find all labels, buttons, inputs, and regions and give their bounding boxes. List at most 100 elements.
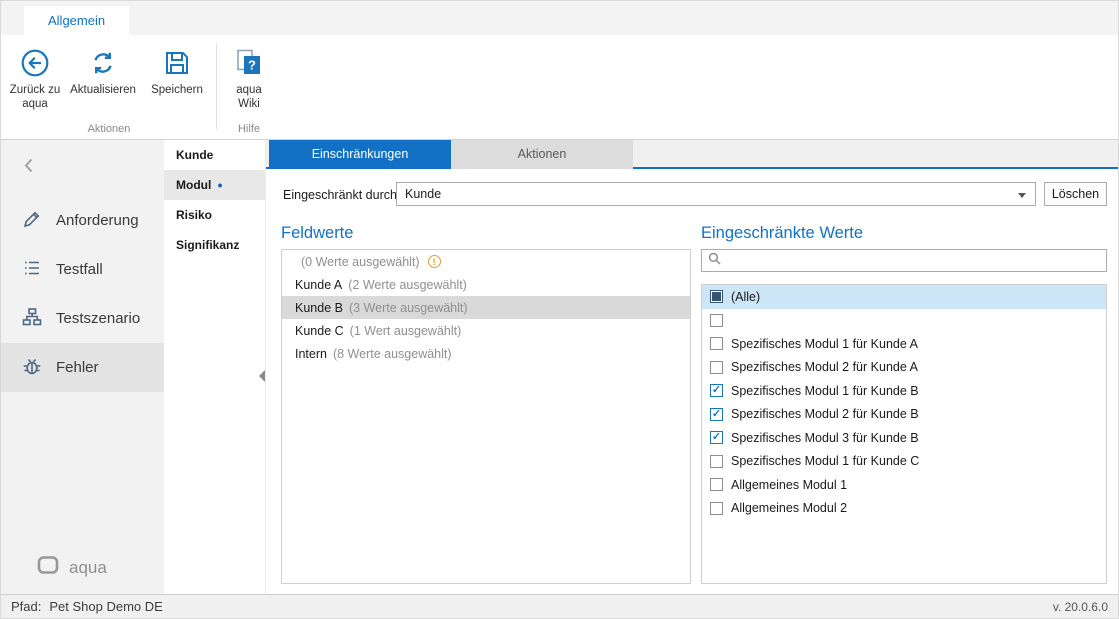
svg-text:?: ? xyxy=(248,58,256,73)
werte-label: Spezifisches Modul 3 für Kunde B xyxy=(731,431,919,445)
checkbox-checked[interactable]: ✓ xyxy=(710,408,723,421)
sidebar-item-label: Testfall xyxy=(56,261,103,278)
checkbox-unchecked[interactable] xyxy=(710,314,723,327)
feldwerte-heading: Feldwerte xyxy=(281,224,353,243)
werte-label: Spezifisches Modul 1 für Kunde C xyxy=(731,454,919,468)
feldwert-name: Intern xyxy=(295,347,327,361)
feldwert-item[interactable]: Kunde B (3 Werte ausgewählt) xyxy=(282,296,690,319)
tab-einschraenkungen[interactable]: Einschränkungen xyxy=(269,140,451,169)
feldwert-count: (0 Werte ausgewählt) xyxy=(301,255,420,269)
sidebar: Anforderung Testfall Testszenario xyxy=(1,140,164,594)
feldwert-name: Kunde B xyxy=(295,301,343,315)
checkbox-unchecked[interactable] xyxy=(710,337,723,350)
werte-item[interactable]: Allgemeines Modul 1 xyxy=(702,473,1106,497)
werte-item[interactable]: ✓ Spezifisches Modul 2 für Kunde B xyxy=(702,403,1106,427)
combobox-value: Kunde xyxy=(405,187,441,201)
search-input[interactable] xyxy=(726,254,1106,268)
ribbon-separator xyxy=(216,43,217,129)
checkbox-checked[interactable]: ✓ xyxy=(710,431,723,444)
back-to-aqua-button[interactable]: Zurück zu aqua xyxy=(9,41,61,112)
eingeschraenkte-werte-heading: Eingeschränkte Werte xyxy=(701,224,863,243)
sidebar-item-fehler[interactable]: Fehler xyxy=(1,343,164,392)
category-item[interactable]: Kunde xyxy=(164,140,265,170)
werte-label: Allgemeines Modul 1 xyxy=(731,478,847,492)
werte-item[interactable]: Spezifisches Modul 1 für Kunde C xyxy=(702,450,1106,474)
category-item[interactable]: Risiko xyxy=(164,200,265,230)
aqua-logo-text: aqua xyxy=(69,558,107,578)
feldwert-item[interactable]: (0 Werte ausgewählt)! xyxy=(282,250,690,273)
feldwert-name: Kunde C xyxy=(295,324,344,338)
tab-aktionen[interactable]: Aktionen xyxy=(451,140,633,169)
werte-item[interactable]: Allgemeines Modul 2 xyxy=(702,497,1106,521)
werte-item[interactable] xyxy=(702,309,1106,333)
panel-collapse-arrow-icon[interactable] xyxy=(259,370,265,382)
checkbox-unchecked[interactable] xyxy=(710,502,723,515)
aqua-logo: aqua xyxy=(37,555,107,580)
ribbon-group-aktionen: Zurück zu aqua Aktualisieren xyxy=(5,35,213,139)
werte-item[interactable]: ✓Spezifisches Modul 1 für Kunde B xyxy=(702,379,1106,403)
testcase-icon xyxy=(21,257,43,283)
category-item[interactable]: Modul ● xyxy=(164,170,265,200)
ribbon-group-label-hilfe: Hilfe xyxy=(220,123,278,135)
werte-label: Allgemeines Modul 2 xyxy=(731,501,847,515)
feldwert-name: Kunde A xyxy=(295,278,342,292)
werte-search-box[interactable] xyxy=(701,249,1107,272)
checkbox-checked[interactable]: ✓ xyxy=(710,384,723,397)
werte-list: (Alle) Spezifisches Modul 1 für Kunde A Sp… xyxy=(701,284,1107,584)
path-label: Pfad: xyxy=(11,599,41,614)
tab-allgemein[interactable]: Allgemein xyxy=(24,6,129,35)
aqua-wiki-button[interactable]: ? aqua Wiki xyxy=(224,41,274,112)
feldwerte-list: (0 Werte ausgewählt)! Kunde A (2 Werte aus… xyxy=(281,249,691,584)
back-to-aqua-label: Zurück zu aqua xyxy=(9,83,61,112)
checkbox-fill xyxy=(712,292,721,301)
werte-label: Spezifisches Modul 2 für Kunde A xyxy=(731,360,918,374)
checkbox-unchecked[interactable] xyxy=(710,361,723,374)
app-window: Allgemein Zurück zu aqua xyxy=(0,0,1119,619)
search-icon xyxy=(708,252,721,270)
save-icon xyxy=(163,45,191,81)
chevron-down-icon xyxy=(1018,193,1026,202)
category-item[interactable]: Signifikanz xyxy=(164,230,265,260)
checkbox-indeterminate[interactable] xyxy=(710,290,723,303)
werte-item[interactable]: Spezifisches Modul 1 für Kunde A xyxy=(702,332,1106,356)
save-button[interactable]: Speichern xyxy=(145,41,209,97)
feldwert-item[interactable]: Kunde C (1 Wert ausgewählt) xyxy=(282,319,690,342)
werte-label: (Alle) xyxy=(731,290,760,304)
testscenario-icon xyxy=(21,306,43,332)
checkbox-unchecked[interactable] xyxy=(710,455,723,468)
sidebar-item-anforderung[interactable]: Anforderung xyxy=(1,196,164,245)
ribbon-tab-bar: Allgemein xyxy=(1,1,1118,35)
refresh-button[interactable]: Aktualisieren xyxy=(61,41,145,97)
feldwert-item[interactable]: Kunde A (2 Werte ausgewählt) xyxy=(282,273,690,296)
feldwert-count: (3 Werte ausgewählt) xyxy=(349,301,468,315)
save-label: Speichern xyxy=(151,83,203,97)
werte-item[interactable]: ✓ Spezifisches Modul 3 für Kunde B xyxy=(702,426,1106,450)
feldwert-count: (1 Wert ausgewählt) xyxy=(350,324,462,338)
sidebar-item-label: Anforderung xyxy=(56,212,139,229)
back-icon xyxy=(20,45,50,81)
feldwert-count: (8 Werte ausgewählt) xyxy=(333,347,452,361)
warning-icon: ! xyxy=(428,255,441,268)
restricted-by-combobox[interactable]: Kunde xyxy=(396,182,1036,206)
modified-dot-icon: ● xyxy=(217,180,222,190)
feldwert-count: (2 Werte ausgewählt) xyxy=(348,278,467,292)
checkbox-unchecked[interactable] xyxy=(710,478,723,491)
help-icon: ? xyxy=(234,45,264,81)
restricted-by-label: Eingeschränkt durch: xyxy=(283,188,400,202)
sidebar-collapse-chevron-icon[interactable] xyxy=(23,157,34,179)
category-list: Kunde Modul ● RisikoSignifikanz xyxy=(164,140,266,594)
category-label: Modul xyxy=(176,178,211,192)
werte-label: Spezifisches Modul 1 für Kunde A xyxy=(731,337,918,351)
sidebar-item-testfall[interactable]: Testfall xyxy=(1,245,164,294)
werte-item[interactable]: Spezifisches Modul 2 für Kunde A xyxy=(702,356,1106,380)
category-label: Kunde xyxy=(176,148,213,162)
sidebar-item-testszenario[interactable]: Testszenario xyxy=(1,294,164,343)
refresh-icon xyxy=(88,45,118,81)
path-value: Pet Shop Demo DE xyxy=(49,599,162,614)
feldwert-item[interactable]: Intern (8 Werte ausgewählt) xyxy=(282,342,690,365)
ribbon-group-label-aktionen: Aktionen xyxy=(5,123,213,135)
delete-button[interactable]: Löschen xyxy=(1044,182,1107,206)
werte-item[interactable]: (Alle) xyxy=(702,285,1106,309)
werte-label: Spezifisches Modul 2 für Kunde B xyxy=(731,407,919,421)
status-bar: Pfad: Pet Shop Demo DE v. 20.0.6.0 xyxy=(1,594,1118,618)
